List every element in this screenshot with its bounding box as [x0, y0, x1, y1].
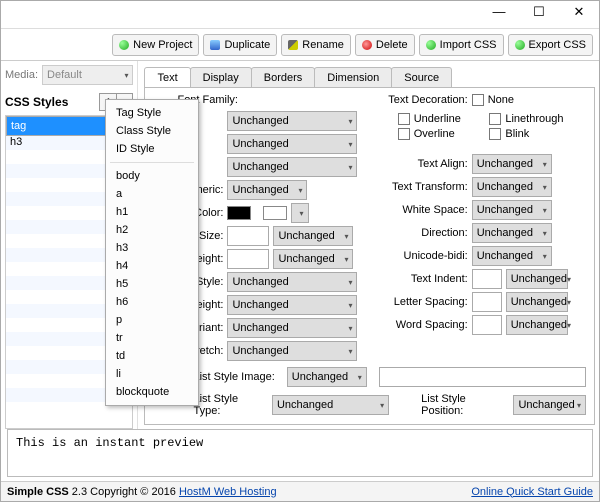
letter-spacing-unit[interactable]: Unchanged▾ — [506, 292, 568, 312]
font-family-2[interactable]: Unchanged▾ — [227, 134, 357, 154]
preview-pane: This is an instant preview — [7, 429, 593, 477]
duplicate-icon — [210, 40, 220, 50]
font-size-input[interactable] — [227, 226, 269, 246]
menu-tag-h3[interactable]: h3 — [106, 239, 198, 257]
font-family-label: Font Family: — [177, 94, 361, 106]
menu-tag-blockquote[interactable]: blockquote — [106, 383, 198, 401]
minimize-button[interactable]: — — [479, 1, 519, 23]
menu-tag-p[interactable]: p — [106, 311, 198, 329]
add-style-menu: Tag Style Class Style ID Style body a h1… — [105, 99, 199, 406]
media-label: Media: — [5, 69, 38, 81]
menu-class-style[interactable]: Class Style — [106, 122, 198, 140]
duplicate-button[interactable]: Duplicate — [203, 34, 277, 56]
unicode-bidi-select[interactable]: Unchanged▾ — [472, 246, 552, 266]
text-align-select[interactable]: Unchanged▾ — [472, 154, 552, 174]
text-panel: Font Family: Unchanged▾ Unchanged▾ Uncha… — [144, 87, 595, 425]
menu-id-style[interactable]: ID Style — [106, 140, 198, 158]
menu-tag-h5[interactable]: h5 — [106, 275, 198, 293]
generic-select[interactable]: Unchanged▾ — [227, 180, 307, 200]
list-style-position-select[interactable]: Unchanged▾ — [513, 395, 586, 415]
maximize-button[interactable]: ☐ — [519, 1, 559, 23]
bg-color-swatch[interactable] — [263, 206, 287, 220]
font-family-3[interactable]: Unchanged▾ — [227, 157, 357, 177]
main-area: Media: Default▾ CSS Styles + − tag h3 — [1, 61, 599, 481]
text-transform-select[interactable]: Unchanged▾ — [472, 177, 552, 197]
menu-tag-td[interactable]: td — [106, 347, 198, 365]
font-family-1[interactable]: Unchanged▾ — [227, 111, 357, 131]
export-icon — [515, 40, 525, 50]
menu-tag-h1[interactable]: h1 — [106, 203, 198, 221]
font-stretch-select[interactable]: Unchanged▾ — [227, 341, 357, 361]
media-select[interactable]: Default▾ — [42, 65, 133, 85]
list-style-image-input[interactable] — [379, 367, 586, 387]
text-indent-unit[interactable]: Unchanged▾ — [506, 269, 568, 289]
white-space-select[interactable]: Unchanged▾ — [472, 200, 552, 220]
css-styles-heading: CSS Styles — [5, 95, 68, 109]
list-style-image-select[interactable]: Unchanged▾ — [287, 367, 367, 387]
rename-icon — [288, 40, 298, 50]
new-project-button[interactable]: New Project — [112, 34, 199, 56]
font-size-unit[interactable]: Unchanged▾ — [273, 226, 353, 246]
rename-button[interactable]: Rename — [281, 34, 351, 56]
blink-checkbox[interactable]: Blink — [489, 128, 586, 140]
tab-strip: Text Display Borders Dimension Source — [138, 61, 599, 87]
list-style-type-select[interactable]: Unchanged▾ — [272, 395, 389, 415]
close-button[interactable]: ✕ — [559, 1, 599, 23]
font-weight-select[interactable]: Unchanged▾ — [273, 249, 353, 269]
linethrough-checkbox[interactable]: Linethrough — [489, 113, 586, 125]
font-weight-input[interactable] — [227, 249, 269, 269]
menu-tag-li[interactable]: li — [106, 365, 198, 383]
status-bar: Simple CSS 2.3 Copyright © 2016 HostM We… — [1, 481, 599, 501]
color-select[interactable]: ▾ — [291, 203, 309, 223]
menu-tag-a[interactable]: a — [106, 185, 198, 203]
list-style-position-label: List Style Position: — [421, 393, 501, 417]
editor-area: Media: Default▾ CSS Styles + − tag h3 — [1, 61, 599, 429]
overline-checkbox[interactable]: Overline — [398, 128, 484, 140]
menu-tag-style[interactable]: Tag Style — [106, 104, 198, 122]
word-spacing-unit[interactable]: Unchanged▾ — [506, 315, 568, 335]
line-height-select[interactable]: Unchanged▾ — [227, 295, 357, 315]
list-style-type-label: List Style Type: — [193, 393, 259, 417]
export-css-button[interactable]: Export CSS — [508, 34, 593, 56]
delete-button[interactable]: Delete — [355, 34, 415, 56]
menu-tag-h4[interactable]: h4 — [106, 257, 198, 275]
text-color-swatch[interactable] — [227, 206, 251, 220]
font-variant-select[interactable]: Unchanged▾ — [227, 318, 357, 338]
menu-tag-h2[interactable]: h2 — [106, 221, 198, 239]
tab-dimension[interactable]: Dimension — [314, 67, 392, 87]
tab-text[interactable]: Text — [144, 67, 190, 87]
hostm-link[interactable]: HostM Web Hosting — [179, 486, 277, 498]
editor-panel: Text Display Borders Dimension Source Fo… — [138, 61, 599, 429]
tab-borders[interactable]: Borders — [251, 67, 316, 87]
word-spacing-input[interactable] — [472, 315, 502, 335]
letter-spacing-input[interactable] — [472, 292, 502, 312]
copyright-text: 2.3 Copyright © 2016 — [69, 486, 179, 498]
list-style-image-label: List Style Image: — [193, 371, 274, 383]
text-indent-input[interactable] — [472, 269, 502, 289]
toolbar: New Project Duplicate Rename Delete Impo… — [1, 29, 599, 61]
titlebar: — ☐ ✕ — [1, 1, 599, 29]
underline-checkbox[interactable]: Underline — [398, 113, 484, 125]
app-name: Simple CSS — [7, 486, 69, 498]
menu-tag-tr[interactable]: tr — [106, 329, 198, 347]
import-css-button[interactable]: Import CSS — [419, 34, 504, 56]
tab-source[interactable]: Source — [391, 67, 452, 87]
font-style-select[interactable]: Unchanged▾ — [227, 272, 357, 292]
text-decoration-label: Text Decoration: — [378, 94, 468, 106]
import-icon — [426, 40, 436, 50]
app-window: — ☐ ✕ New Project Duplicate Rename Delet… — [0, 0, 600, 502]
menu-tag-h6[interactable]: h6 — [106, 293, 198, 311]
direction-select[interactable]: Unchanged▾ — [472, 223, 552, 243]
new-project-icon — [119, 40, 129, 50]
none-checkbox[interactable]: None — [472, 94, 514, 106]
tab-display[interactable]: Display — [190, 67, 252, 87]
quick-start-link[interactable]: Online Quick Start Guide — [471, 486, 593, 498]
delete-icon — [362, 40, 372, 50]
menu-tag-body[interactable]: body — [106, 167, 198, 185]
